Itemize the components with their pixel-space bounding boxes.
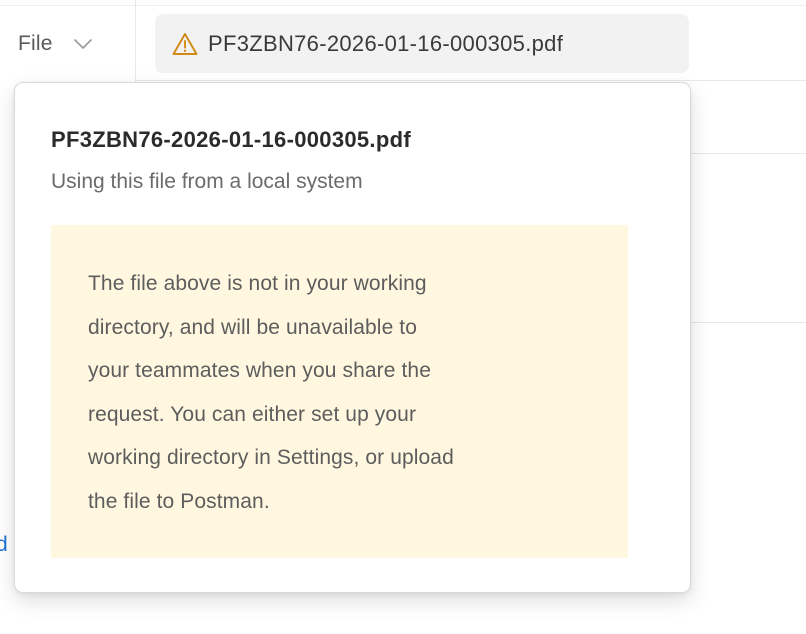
row-divider <box>690 322 806 323</box>
chevron-down-icon <box>73 39 92 49</box>
row-divider <box>135 80 806 81</box>
file-chip[interactable]: PF3ZBN76-2026-01-16-000305.pdf <box>155 14 689 73</box>
file-info-popover: PF3ZBN76-2026-01-16-000305.pdf Using thi… <box>14 82 691 593</box>
warning-line: your teammates when you share the <box>88 359 431 382</box>
partial-link-text[interactable]: d <box>0 533 8 557</box>
warning-icon <box>172 32 198 55</box>
warning-line: working directory in Settings, or upload <box>88 446 454 469</box>
file-chip-filename: PF3ZBN76-2026-01-16-000305.pdf <box>208 30 564 56</box>
header-divider <box>0 5 806 6</box>
warning-line: The file above is not in your working <box>88 272 427 295</box>
warning-line: directory, and will be unavailable to <box>88 315 417 339</box>
body-type-select[interactable]: File <box>18 28 93 60</box>
row-divider <box>690 153 806 154</box>
warning-message-box: The file above is not in your working di… <box>51 225 628 558</box>
popover-subtitle: Using this file from a local system <box>51 170 363 193</box>
warning-line: request. You can either set up your <box>88 402 417 426</box>
column-divider <box>135 0 136 82</box>
popover-title: PF3ZBN76-2026-01-16-000305.pdf <box>51 127 411 152</box>
body-type-label: File <box>18 32 53 55</box>
warning-line: the file to Postman. <box>88 489 270 513</box>
warning-message: The file above is not in your working di… <box>88 262 608 523</box>
